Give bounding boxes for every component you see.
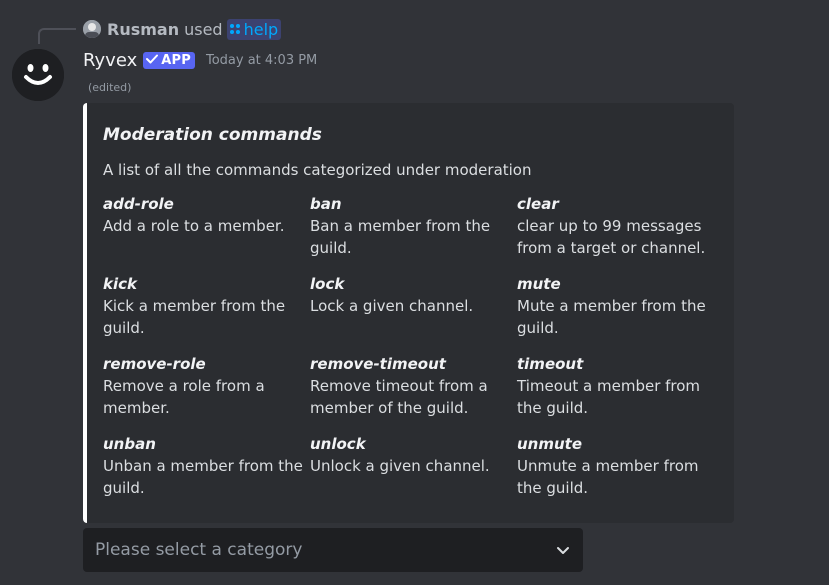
interaction-username[interactable]: Rusman	[107, 20, 179, 39]
field-name: remove-timeout	[310, 355, 446, 373]
field-name: ban	[310, 195, 342, 213]
field-name: unmute	[517, 435, 583, 453]
smiley-face-icon	[12, 49, 64, 101]
field-value: Kick a member from the guild.	[103, 297, 286, 337]
field-name: kick	[103, 275, 137, 293]
command-mention[interactable]: help	[226, 18, 282, 40]
bot-name[interactable]: Ryvex	[83, 50, 137, 71]
field-value: Unban a member from the guild.	[103, 457, 303, 497]
field-name: remove-role	[103, 355, 206, 373]
field-value: Unlock a given channel.	[310, 457, 490, 475]
embed-description: A list of all the commands categorized u…	[103, 161, 532, 179]
embed-field: timeout Timeout a member from the guild.	[517, 353, 723, 433]
field-value: Timeout a member from the guild.	[517, 377, 701, 417]
user-avatar[interactable]	[83, 20, 101, 38]
field-name: lock	[310, 275, 345, 293]
select-placeholder: Please select a category	[95, 540, 303, 560]
field-name: unlock	[310, 435, 366, 453]
interaction-header: Rusman used help	[83, 18, 282, 40]
embed-field: remove-role Remove a role from a member.	[103, 353, 310, 433]
field-name: add-role	[103, 195, 174, 213]
field-name: timeout	[517, 355, 584, 373]
embed-field: mute Mute a member from the guild.	[517, 273, 723, 353]
field-value: Remove a role from a member.	[103, 377, 265, 417]
bot-avatar[interactable]	[12, 49, 64, 101]
embed-field: lock Lock a given channel.	[310, 273, 517, 353]
embed-field: unlock Unlock a given channel.	[310, 433, 517, 513]
embed-title: Moderation commands	[103, 125, 322, 145]
app-badge: APP	[143, 51, 195, 69]
embed-field: unban Unban a member from the guild.	[103, 433, 310, 513]
field-value: Add a role to a member.	[103, 217, 285, 235]
reply-spine	[38, 28, 76, 44]
field-value: Mute a member from the guild.	[517, 297, 706, 337]
field-name: unban	[103, 435, 156, 453]
timestamp[interactable]: Today at 4:03 PM	[206, 53, 317, 68]
interaction-used-text: used	[184, 19, 223, 39]
field-value: Ban a member from the guild.	[310, 217, 491, 257]
embed-field: clear clear up to 99 messages from a tar…	[517, 193, 723, 273]
app-badge-label: APP	[161, 52, 191, 68]
embed-field: unmute Unmute a member from the guild.	[517, 433, 723, 513]
field-name: clear	[517, 195, 559, 213]
message: Rusman used help Ryvex APP Today at 4:03…	[0, 0, 829, 585]
edited-indicator: (edited)	[88, 81, 132, 94]
check-icon	[146, 53, 159, 68]
slash-command-icon	[229, 20, 241, 39]
embed-fields: add-role Add a role to a member. ban Ban…	[103, 193, 723, 513]
field-value: Unmute a member from the guild.	[517, 457, 699, 497]
embed-field: kick Kick a member from the guild.	[103, 273, 310, 353]
field-value: Lock a given channel.	[310, 297, 474, 315]
field-value: clear up to 99 messages from a target or…	[517, 217, 706, 257]
embed-field: ban Ban a member from the guild.	[310, 193, 517, 273]
embed-field: remove-timeout Remove timeout from a mem…	[310, 353, 517, 433]
field-name: mute	[517, 275, 561, 293]
chevron-down-icon	[555, 542, 571, 558]
category-select[interactable]: Please select a category	[83, 528, 583, 572]
command-name: help	[243, 19, 279, 39]
message-header: Ryvex APP Today at 4:03 PM	[83, 48, 317, 72]
embed: Moderation commands A list of all the co…	[83, 103, 734, 523]
embed-field: add-role Add a role to a member.	[103, 193, 310, 273]
field-value: Remove timeout from a member of the guil…	[310, 377, 488, 417]
